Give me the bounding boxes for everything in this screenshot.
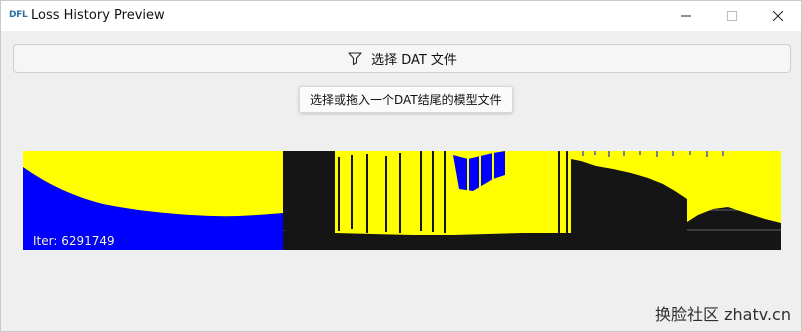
app-window: DFL Loss History Preview 选择 DAT 文件 选择或拖入…: [0, 0, 802, 332]
app-logo: DFL: [9, 10, 28, 20]
close-button[interactable]: [755, 1, 801, 31]
title-bar: DFL Loss History Preview: [1, 1, 801, 31]
select-dat-file-label: 选择 DAT 文件: [371, 53, 457, 68]
minimize-button[interactable]: [663, 1, 709, 31]
minimize-icon: [681, 15, 691, 17]
maximize-icon: [727, 11, 737, 21]
select-dat-file-button[interactable]: 选择 DAT 文件: [13, 44, 791, 73]
dark-series-area-left-gap: [283, 151, 335, 235]
filter-icon: [347, 51, 363, 67]
watermark-text: 换脸社区 zhatv.cn: [655, 305, 791, 324]
window-title: Loss History Preview: [31, 8, 165, 23]
loss-history-svg: [23, 151, 781, 250]
loss-history-chart: Iter: 6291749: [23, 151, 781, 250]
tooltip: 选择或拖入一个DAT结尾的模型文件: [299, 86, 513, 113]
maximize-button[interactable]: [709, 1, 755, 31]
close-icon: [773, 11, 783, 21]
